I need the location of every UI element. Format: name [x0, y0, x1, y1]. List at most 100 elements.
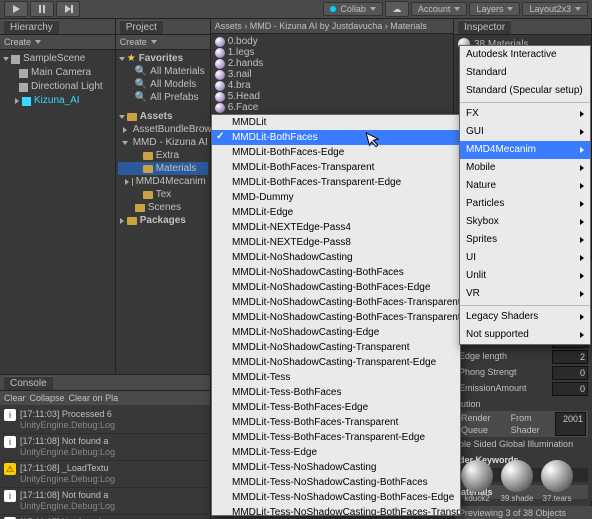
shader-category-item[interactable]: Skybox: [460, 213, 590, 231]
shader-category-item[interactable]: UI: [460, 249, 590, 267]
create-button[interactable]: Create: [120, 37, 147, 47]
console-tab[interactable]: Console: [4, 376, 53, 390]
shader-menu-item[interactable]: MMDLit-NoShadowCasting-BothFaces-Edge: [212, 280, 460, 295]
shader-category-item[interactable]: FX: [460, 105, 590, 123]
foldout-icon[interactable]: [120, 218, 124, 224]
folder-item[interactable]: Scenes: [118, 201, 208, 214]
shader-menu-item[interactable]: MMDLit-Tess: [212, 370, 460, 385]
shader-menu-item[interactable]: MMDLit-BothFaces-Transparent: [212, 160, 460, 175]
shader-menu-item[interactable]: MMDLit-Tess-NoShadowCasting-BothFaces-Ed…: [212, 490, 460, 505]
shader-category-item[interactable]: Not supported: [460, 326, 590, 344]
shader-menu-item[interactable]: MMDLit-BothFaces-Edge: [212, 145, 460, 160]
shader-menu-item[interactable]: MMDLit: [212, 115, 460, 130]
foldout-icon[interactable]: [119, 115, 125, 119]
favorite-item[interactable]: 🔍All Prefabs: [118, 91, 208, 104]
shader-menu-item[interactable]: MMDLit-NoShadowCasting-BothFaces-Transpa…: [212, 310, 460, 325]
folder-item[interactable]: Extra: [118, 149, 208, 162]
shader-menu-item[interactable]: MMDLit-NoShadowCasting-Edge: [212, 325, 460, 340]
foldout-icon[interactable]: [15, 98, 19, 104]
folder-item[interactable]: MMD - Kizuna AI by It: [118, 136, 208, 149]
shader-menu-item[interactable]: MMDLit-Tess-BothFaces-Edge: [212, 400, 460, 415]
shader-category-item[interactable]: MMD4Mecanim: [460, 141, 590, 159]
shader-menu-item[interactable]: MMDLit-Tess-BothFaces: [212, 385, 460, 400]
shader-category-item[interactable]: Standard (Specular setup): [460, 82, 590, 100]
hierarchy-item[interactable]: Directional Light: [2, 80, 113, 94]
material-thumbnail[interactable]: kduck2: [459, 460, 495, 503]
favorite-item[interactable]: 🔍All Models: [118, 78, 208, 91]
shader-menu-item[interactable]: MMDLit-BothFaces-Transparent-Edge: [212, 175, 460, 190]
shader-menu-item[interactable]: MMDLit-NEXTEdge-Pass8: [212, 235, 460, 250]
shader-menu-item[interactable]: MMDLit-NEXTEdge-Pass4: [212, 220, 460, 235]
material-thumbnail[interactable]: 39.shade: [499, 460, 535, 503]
shader-category-item[interactable]: Sprites: [460, 231, 590, 249]
console-log-row[interactable]: i[17:11:08] Not found aUnityEngine.Debug…: [2, 488, 208, 515]
foldout-icon[interactable]: [119, 57, 125, 61]
shader-category-item[interactable]: Legacy Shaders: [460, 308, 590, 326]
console-log-row[interactable]: i[17:11:03] Processed 6UnityEngine.Debug…: [2, 407, 208, 434]
hierarchy-item[interactable]: Main Camera: [2, 66, 113, 80]
hierarchy-item[interactable]: Kizuna_AI: [2, 94, 113, 108]
console-log-row[interactable]: i[17:11:15] Not found aUnityEngine.Debug…: [2, 515, 208, 519]
foldout-icon[interactable]: [3, 57, 9, 61]
collapse-button[interactable]: Collapse: [30, 393, 65, 403]
foldout-icon[interactable]: [125, 179, 129, 185]
shader-menu-item[interactable]: ✓MMDLit-BothFaces: [212, 130, 460, 145]
foldout-icon[interactable]: [123, 127, 127, 133]
asset-item[interactable]: 3.nail: [213, 69, 451, 80]
folder-item[interactable]: AssetBundleBrowser: [118, 123, 208, 136]
shader-menu-item[interactable]: MMDLit-NoShadowCasting-Transparent: [212, 340, 460, 355]
shader-category-menu[interactable]: Autodesk InteractiveStandardStandard (Sp…: [459, 45, 591, 345]
hierarchy-tab[interactable]: Hierarchy: [4, 20, 59, 34]
shader-category-item[interactable]: Unlit: [460, 267, 590, 285]
folder-item[interactable]: Materials: [118, 162, 208, 175]
shader-category-item[interactable]: GUI: [460, 123, 590, 141]
shader-menu-item[interactable]: MMDLit-Tess-NoShadowCasting-BothFaces-Tr…: [212, 505, 460, 516]
foldout-icon[interactable]: [122, 141, 128, 145]
shader-category-item[interactable]: Autodesk Interactive: [460, 46, 590, 64]
pause-button[interactable]: [30, 1, 54, 17]
project-tab[interactable]: Project: [120, 20, 163, 34]
shader-category-item[interactable]: Nature: [460, 177, 590, 195]
shader-menu-item[interactable]: MMDLit-NoShadowCasting-BothFaces-Transpa…: [212, 295, 460, 310]
shader-category-item[interactable]: VR: [460, 285, 590, 303]
shader-menu-item[interactable]: MMD-Dummy: [212, 190, 460, 205]
renderqueue-value[interactable]: 2001: [555, 412, 586, 436]
shader-submenu[interactable]: MMDLit✓MMDLit-BothFacesMMDLit-BothFaces-…: [211, 114, 461, 516]
shader-menu-item[interactable]: MMDLit-NoShadowCasting-BothFaces: [212, 265, 460, 280]
step-button[interactable]: [56, 1, 80, 17]
asset-item[interactable]: 4.bra: [213, 80, 451, 91]
prop-value[interactable]: 0: [552, 366, 588, 380]
clearonplay-button[interactable]: Clear on Pla: [69, 393, 119, 403]
shader-menu-item[interactable]: MMDLit-Tess-Edge: [212, 445, 460, 460]
console-log-row[interactable]: ⚠[17:11:08] _LoadTextuUnityEngine.Debug:…: [2, 461, 208, 488]
packages-row[interactable]: Packages: [118, 214, 208, 227]
shader-menu-item[interactable]: MMDLit-Tess-BothFaces-Transparent: [212, 415, 460, 430]
scene-row[interactable]: SampleScene: [2, 52, 113, 66]
asset-item[interactable]: 5.Head: [213, 91, 451, 102]
asset-item[interactable]: 1.legs: [213, 47, 451, 58]
shader-menu-item[interactable]: MMDLit-NoShadowCasting: [212, 250, 460, 265]
prop-value[interactable]: 0: [552, 382, 588, 396]
prop-value[interactable]: 2: [552, 350, 588, 364]
shader-menu-item[interactable]: MMDLit-NoShadowCasting-Transparent-Edge: [212, 355, 460, 370]
shader-category-item[interactable]: Particles: [460, 195, 590, 213]
shader-menu-item[interactable]: MMDLit-Tess-NoShadowCasting: [212, 460, 460, 475]
assets-row[interactable]: Assets: [118, 110, 208, 123]
create-button[interactable]: Create: [4, 37, 31, 47]
asset-item[interactable]: 0.body: [213, 36, 451, 47]
account-dropdown[interactable]: Account: [411, 2, 468, 16]
shader-category-item[interactable]: Standard: [460, 64, 590, 82]
inspector-tab[interactable]: Inspector: [458, 20, 511, 34]
favorite-item[interactable]: 🔍All Materials: [118, 65, 208, 78]
layers-dropdown[interactable]: Layers: [469, 2, 520, 16]
cloud-button[interactable]: ☁: [385, 1, 409, 17]
shader-menu-item[interactable]: MMDLit-Tess-NoShadowCasting-BothFaces: [212, 475, 460, 490]
folder-item[interactable]: MMD4Mecanim: [118, 175, 208, 188]
shader-menu-item[interactable]: MMDLit-Tess-BothFaces-Transparent-Edge: [212, 430, 460, 445]
collab-dropdown[interactable]: Collab: [323, 2, 383, 16]
folder-item[interactable]: Tex: [118, 188, 208, 201]
console-log-row[interactable]: i[17:11:08] Not found aUnityEngine.Debug…: [2, 434, 208, 461]
play-button[interactable]: [4, 1, 28, 17]
material-thumbnail[interactable]: 37.tears: [539, 460, 575, 503]
clear-button[interactable]: Clear: [4, 393, 26, 403]
